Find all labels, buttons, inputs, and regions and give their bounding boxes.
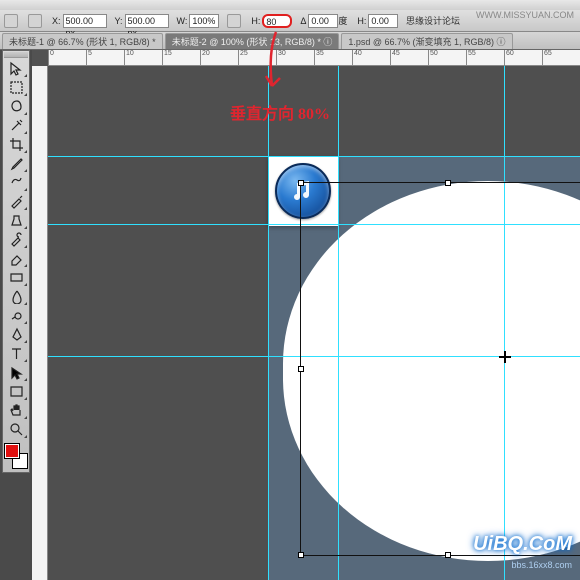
transform-handle[interactable]	[445, 552, 451, 558]
toolbox-header[interactable]	[4, 52, 28, 58]
x-input[interactable]: 500.00 px	[63, 14, 107, 28]
transform-handle[interactable]	[298, 552, 304, 558]
tab-doc-1[interactable]: 未标题-1 @ 66.7% (形状 1, RGB/8) *	[2, 33, 163, 49]
angle-label: Δ	[300, 16, 306, 26]
annotation-text: 垂直方向 80%	[230, 100, 330, 124]
watermark-top: WWW.MISSYUAN.COM	[476, 10, 574, 20]
reference-point-icon[interactable]	[4, 14, 18, 28]
gradient-tool[interactable]	[4, 268, 28, 287]
zoom-tool[interactable]	[4, 420, 28, 439]
hand-tool[interactable]	[4, 401, 28, 420]
angle-unit: 度	[338, 14, 347, 27]
eyedropper-tool[interactable]	[4, 154, 28, 173]
w-label: W:	[177, 16, 188, 26]
skew-h-input[interactable]: 0.00	[368, 14, 398, 28]
guide-vertical[interactable]	[268, 66, 269, 580]
type-tool[interactable]	[4, 344, 28, 363]
transform-handle[interactable]	[445, 180, 451, 186]
transform-handle[interactable]	[298, 180, 304, 186]
ruler-horizontal[interactable]: 0510152025303540455055606570	[48, 50, 580, 66]
dodge-tool[interactable]	[4, 306, 28, 325]
link-icon[interactable]	[227, 14, 241, 28]
h-input[interactable]: 80	[262, 14, 292, 28]
x-label: X:	[52, 16, 61, 26]
transform-handle[interactable]	[298, 366, 304, 372]
crop-tool[interactable]	[4, 135, 28, 154]
canvas[interactable]	[48, 66, 580, 580]
foreground-swatch[interactable]	[5, 444, 19, 458]
color-swatches[interactable]	[4, 443, 28, 469]
wand-tool[interactable]	[4, 116, 28, 135]
history-brush-tool[interactable]	[4, 230, 28, 249]
stamp-tool[interactable]	[4, 211, 28, 230]
lasso-tool[interactable]	[4, 97, 28, 116]
tab-doc-3[interactable]: 1.psd @ 66.7% (渐变填充 1, RGB/8) ⓘ	[341, 33, 512, 49]
y-input[interactable]: 500.00 px	[125, 14, 169, 28]
angle-input[interactable]: 0.00	[308, 14, 338, 28]
blur-tool[interactable]	[4, 287, 28, 306]
watermark-bottom-2: bbs.16xx8.com	[511, 560, 572, 570]
eraser-tool[interactable]	[4, 249, 28, 268]
ruler-vertical[interactable]	[32, 66, 48, 580]
pen-tool[interactable]	[4, 325, 28, 344]
transform-bounding-box[interactable]	[300, 182, 580, 556]
y-label: Y:	[115, 16, 123, 26]
move-tool[interactable]	[4, 59, 28, 78]
tab-doc-2[interactable]: 未标题-2 @ 100% (形状 13, RGB/8) * ⓘ	[165, 33, 340, 49]
transform-center[interactable]	[499, 351, 511, 363]
forum-label: 思缘设计论坛	[406, 14, 460, 27]
marquee-tool[interactable]	[4, 78, 28, 97]
path-select-tool[interactable]	[4, 363, 28, 382]
transform-grid-icon[interactable]	[28, 14, 42, 28]
healing-tool[interactable]	[4, 173, 28, 192]
h-label: H:	[251, 16, 260, 26]
brush-tool[interactable]	[4, 192, 28, 211]
w-input[interactable]: 100%	[189, 14, 219, 28]
skew-h-label: H:	[357, 16, 366, 26]
guide-horizontal[interactable]	[48, 156, 580, 157]
menubar-stub	[0, 0, 580, 10]
watermark-bottom: UiBQ.CoM	[473, 533, 572, 556]
toolbox	[2, 50, 30, 473]
shape-tool[interactable]	[4, 382, 28, 401]
